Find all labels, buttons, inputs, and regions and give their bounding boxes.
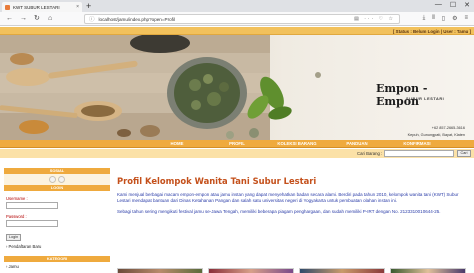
kategori-item-jamu[interactable]: › Jamu (4, 262, 110, 271)
header-banner: Empon - Empon SUBUR LESTARI +62 857-2665… (0, 35, 474, 140)
username-label: Username : (6, 196, 28, 201)
menu-item-home[interactable]: HOME (147, 140, 207, 147)
gallery-photo[interactable] (208, 268, 294, 273)
search-label: Cari Barang : (357, 151, 383, 156)
library-icon[interactable]: ⫴ (432, 15, 435, 22)
toolbar-icons: ⤓ ⫴ ▯ ⚙ ≡ (423, 15, 468, 22)
browser-nav-bar: ← → ↻ ⌂ ⓘ localhost/jamu/index.php?open=… (0, 12, 474, 26)
extension-icon[interactable]: ⚙ (452, 15, 457, 22)
browser-tab[interactable]: KWT SUBUR LESTARI × (2, 2, 82, 12)
profile-paragraph-2: Sebagi tahun sering mengikuti festival j… (117, 209, 441, 215)
login-status[interactable]: [ Status : Belum Login | User : Tamu ] (393, 29, 471, 34)
login-button[interactable]: Login (6, 234, 21, 241)
social-icons (4, 174, 110, 185)
login-form: Username : Password : Login › Pendaftara… (4, 191, 110, 252)
page-actions-icon[interactable]: ▤ ··· ♡ ☆ (354, 16, 395, 22)
browser-tab-bar: KWT SUBUR LESTARI × + — ☐ ✕ (0, 0, 474, 12)
sidebar: SOSIAL LOGIN Username : Password : Login… (4, 168, 110, 273)
new-tab-button[interactable]: + (86, 2, 91, 11)
main-content: Profil Kelompok Wanita Tani Subur Lestar… (117, 176, 470, 273)
menu-item-profil[interactable]: PROFIL (207, 140, 267, 147)
username-field[interactable] (6, 202, 58, 209)
menu-icon[interactable]: ≡ (464, 15, 468, 22)
status-strip: [ Status : Belum Login | User : Tamu ] (0, 27, 474, 35)
close-window-icon[interactable]: ✕ (464, 1, 470, 9)
brand-subtitle: SUBUR LESTARI (406, 97, 445, 101)
contact-phone: +62 857-2665-3616 (431, 126, 465, 130)
search-button[interactable]: Cari (457, 150, 471, 157)
info-icon[interactable]: ⓘ (89, 15, 95, 23)
tab-close-icon[interactable]: × (76, 4, 79, 10)
register-link[interactable]: › Pendaftaran Baru (6, 244, 108, 249)
sidebar-icon[interactable]: ▯ (442, 15, 445, 22)
maximize-icon[interactable]: ☐ (450, 1, 456, 9)
facebook-icon[interactable] (49, 176, 56, 183)
menu-item-konfirmasi[interactable]: KONFIRMASI (387, 140, 447, 147)
contact-address: Kepuh, Gunungpati, Bayat, Klaten (407, 133, 465, 137)
brand-logo: Empon - Empon (376, 82, 428, 108)
search-input[interactable] (384, 150, 454, 157)
site-favicon-icon (5, 4, 10, 10)
gallery-photo[interactable] (390, 268, 466, 273)
forward-arrow-icon[interactable]: → (20, 15, 27, 23)
page-title: Profil Kelompok Wanita Tani Subur Lestar… (117, 176, 317, 186)
password-label: Password : (6, 214, 27, 219)
reload-icon[interactable]: ↻ (34, 15, 40, 23)
back-arrow-icon[interactable]: ← (6, 15, 13, 23)
website: [ Status : Belum Login | User : Tamu ] E… (0, 27, 474, 273)
home-icon[interactable]: ⌂ (48, 15, 52, 23)
address-bar[interactable]: ⓘ localhost/jamu/index.php?open=Profil ▤… (84, 14, 400, 24)
tab-title: KWT SUBUR LESTARI (13, 4, 60, 10)
gallery-photo[interactable] (117, 268, 203, 273)
minimize-icon[interactable]: — (435, 1, 442, 9)
menu-item-koleksi-barang[interactable]: KOLEKSI BARANG (267, 140, 327, 147)
window-controls: — ☐ ✕ (435, 1, 470, 9)
main-menu: HOME PROFIL KOLEKSI BARANG PANDUAN KONFI… (0, 140, 474, 148)
download-icon[interactable]: ⤓ (423, 15, 426, 22)
twitter-icon[interactable] (58, 176, 65, 183)
profile-paragraph-1: Kami menjual berbagai macam empon-empon … (117, 192, 459, 203)
menu-item-panduan[interactable]: PANDUAN (327, 140, 387, 147)
password-field[interactable] (6, 220, 58, 227)
gallery-photo[interactable] (299, 268, 385, 273)
photo-gallery (117, 268, 470, 273)
search-bar: Cari Barang : Cari (0, 149, 474, 158)
url-text[interactable]: localhost/jamu/index.php?open=Profil (99, 17, 351, 22)
